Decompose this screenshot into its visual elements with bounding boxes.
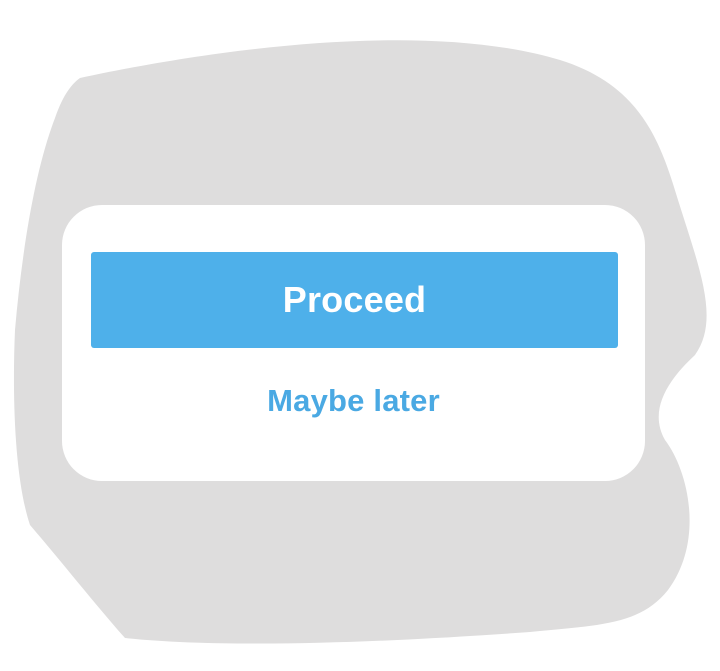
maybe-later-link[interactable]: Maybe later: [62, 383, 645, 419]
action-dialog: Proceed Maybe later: [62, 205, 645, 481]
proceed-button[interactable]: Proceed: [91, 252, 618, 348]
screen: Proceed Maybe later: [0, 0, 720, 671]
